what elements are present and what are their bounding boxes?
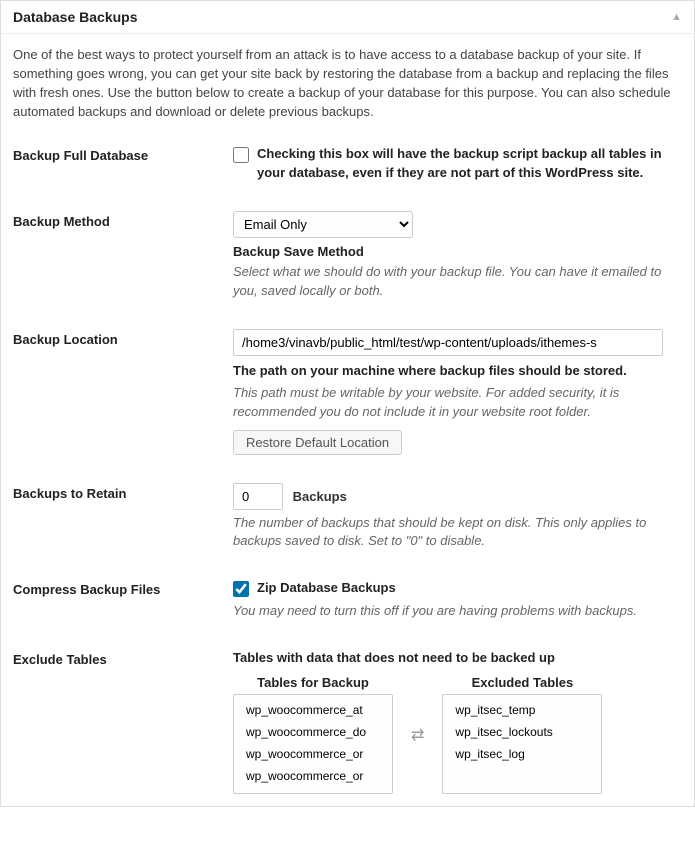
label-retain: Backups to Retain — [13, 483, 233, 501]
panel-header[interactable]: Database Backups ▲ — [1, 1, 694, 34]
label-full-database: Backup Full Database — [13, 145, 233, 163]
checkbox-label-full-database: Checking this box will have the backup s… — [257, 145, 682, 183]
row-backup-method: Backup Method Email Only Backup Save Met… — [13, 211, 682, 301]
help-compress: You may need to turn this off if you are… — [233, 602, 682, 621]
input-retain[interactable] — [233, 483, 283, 510]
restore-location-button[interactable]: Restore Default Location — [233, 430, 402, 455]
table-row[interactable]: wp_itsec_temp — [449, 699, 595, 721]
table-row[interactable]: wp_itsec_lockouts — [449, 721, 595, 743]
label-backup-location: Backup Location — [13, 329, 233, 347]
label-exclude: Exclude Tables — [13, 649, 233, 667]
database-backups-panel: Database Backups ▲ One of the best ways … — [0, 0, 695, 807]
input-backup-location[interactable] — [233, 329, 663, 356]
help-retain: The number of backups that should be kep… — [233, 514, 682, 552]
table-row[interactable]: wp_woocommerce_or — [240, 765, 386, 787]
row-retain: Backups to Retain Backups The number of … — [13, 483, 682, 552]
move-right-icon[interactable]: ⇄ — [411, 725, 424, 745]
suffix-retain: Backups — [293, 489, 347, 504]
table-row[interactable]: wp_woocommerce_do — [240, 721, 386, 743]
sub-label-save-method: Backup Save Method — [233, 244, 682, 259]
label-compress: Compress Backup Files — [13, 579, 233, 597]
title-tables-backup: Tables for Backup — [257, 675, 369, 690]
intro-text: One of the best ways to protect yourself… — [13, 46, 682, 121]
select-backup-method[interactable]: Email Only — [233, 211, 413, 238]
help-backup-method: Select what we should do with your backu… — [233, 263, 682, 301]
select-tables-excluded[interactable]: wp_itsec_tempwp_itsec_lockoutswp_itsec_l… — [442, 694, 602, 794]
checkbox-compress[interactable] — [233, 581, 249, 597]
help-backup-location: This path must be writable by your websi… — [233, 384, 682, 422]
panel-title: Database Backups — [13, 9, 138, 25]
row-compress: Compress Backup Files Zip Database Backu… — [13, 579, 682, 621]
table-row[interactable]: wp_woocommerce_at — [240, 699, 386, 721]
table-row[interactable]: wp_itsec_log — [449, 743, 595, 765]
table-row[interactable]: wp_woocommerce_or — [240, 743, 386, 765]
collapse-icon[interactable]: ▲ — [671, 11, 682, 23]
desc-backup-location: The path on your machine where backup fi… — [233, 362, 682, 380]
checkbox-full-database[interactable] — [233, 147, 249, 163]
label-backup-method: Backup Method — [13, 211, 233, 229]
panel-body: One of the best ways to protect yourself… — [1, 34, 694, 806]
checkbox-label-compress: Zip Database Backups — [257, 579, 396, 598]
select-tables-backup[interactable]: wp_woocommerce_atwp_woocommerce_dowp_woo… — [233, 694, 393, 794]
row-exclude: Exclude Tables Tables with data that doe… — [13, 649, 682, 794]
title-tables-excluded: Excluded Tables — [472, 675, 574, 690]
desc-exclude: Tables with data that does not need to b… — [233, 649, 682, 667]
row-backup-location: Backup Location The path on your machine… — [13, 329, 682, 455]
row-full-database: Backup Full Database Checking this box w… — [13, 145, 682, 183]
